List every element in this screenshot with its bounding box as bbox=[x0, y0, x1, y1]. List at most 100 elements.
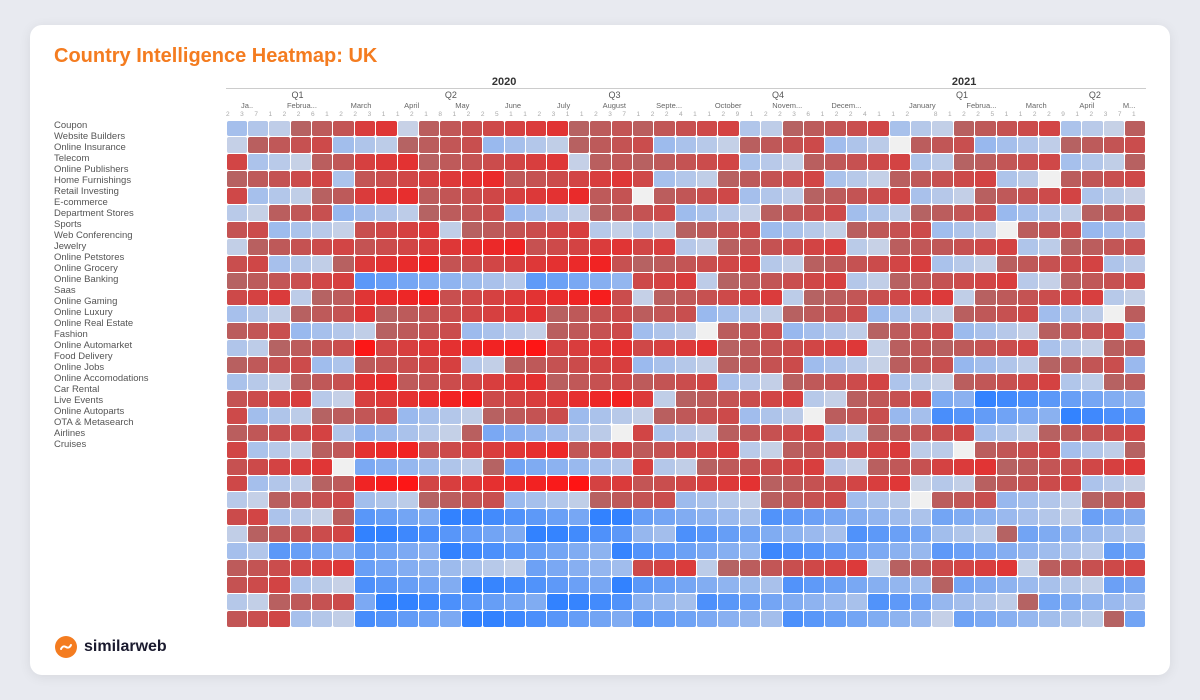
heat-cell bbox=[398, 256, 418, 272]
heat-cell bbox=[462, 526, 482, 542]
heat-cell bbox=[997, 188, 1017, 204]
heat-cell bbox=[248, 476, 268, 492]
heat-cell bbox=[997, 391, 1017, 407]
month-jul: July bbox=[538, 101, 589, 110]
heat-cell bbox=[227, 222, 247, 238]
heat-cell bbox=[1104, 476, 1124, 492]
heat-cell bbox=[291, 391, 311, 407]
heatmap-area: 2020 2021 Q1 Q2 Q3 Q4 Q1 Q2 Ja.. Februa.… bbox=[54, 76, 1146, 627]
heat-cell bbox=[718, 560, 738, 576]
heat-cell bbox=[1039, 323, 1059, 339]
heat-cell bbox=[248, 340, 268, 356]
heat-cell bbox=[440, 391, 460, 407]
heat-cell bbox=[932, 425, 952, 441]
heat-cell bbox=[761, 205, 781, 221]
heat-cell bbox=[697, 239, 717, 255]
heat-cell bbox=[1061, 560, 1081, 576]
heat-cell bbox=[505, 374, 525, 390]
heat-cell bbox=[590, 509, 610, 525]
heat-cell bbox=[505, 594, 525, 610]
heat-cell bbox=[825, 391, 845, 407]
heat-cell bbox=[590, 476, 610, 492]
heat-cell bbox=[505, 340, 525, 356]
heat-cell bbox=[248, 526, 268, 542]
heat-cell bbox=[355, 340, 375, 356]
heat-cell bbox=[505, 492, 525, 508]
heat-cell bbox=[697, 188, 717, 204]
heat-cell bbox=[740, 273, 760, 289]
heat-cell bbox=[1125, 154, 1145, 170]
heat-cell bbox=[1018, 121, 1038, 137]
heat-cell bbox=[483, 476, 503, 492]
heat-cell bbox=[1039, 290, 1059, 306]
heat-cell bbox=[654, 357, 674, 373]
heat-cell bbox=[419, 526, 439, 542]
heat-cell bbox=[291, 239, 311, 255]
heat-cell bbox=[419, 121, 439, 137]
heat-cell bbox=[825, 509, 845, 525]
heat-cell bbox=[483, 290, 503, 306]
heat-cell bbox=[654, 340, 674, 356]
heat-cell bbox=[612, 509, 632, 525]
heat-row bbox=[226, 576, 1146, 593]
heat-cell bbox=[954, 594, 974, 610]
heat-cell bbox=[312, 442, 332, 458]
heat-cell bbox=[248, 492, 268, 508]
heat-cell bbox=[312, 594, 332, 610]
heat-cell bbox=[1018, 273, 1038, 289]
heat-cell bbox=[1018, 425, 1038, 441]
heat-cell bbox=[612, 577, 632, 593]
heat-cell bbox=[783, 290, 803, 306]
heat-cell bbox=[761, 256, 781, 272]
heat-cell bbox=[1061, 171, 1081, 187]
heat-cell bbox=[462, 611, 482, 627]
heat-row bbox=[226, 509, 1146, 526]
heat-cell bbox=[932, 340, 952, 356]
heat-cell bbox=[419, 323, 439, 339]
heat-cell bbox=[547, 526, 567, 542]
heat-cell bbox=[804, 526, 824, 542]
heat-cell bbox=[997, 425, 1017, 441]
heat-cell bbox=[1125, 492, 1145, 508]
heat-cell bbox=[419, 188, 439, 204]
heat-cell bbox=[1061, 425, 1081, 441]
heat-cell bbox=[269, 137, 289, 153]
heat-cell bbox=[483, 306, 503, 322]
week-row: 23 7122 6122 3112 18122 5112 31123 7122 … bbox=[226, 111, 1146, 118]
heat-cell bbox=[227, 492, 247, 508]
heat-cell bbox=[783, 306, 803, 322]
heat-cell bbox=[1125, 526, 1145, 542]
heat-cell bbox=[590, 577, 610, 593]
heat-cell bbox=[376, 357, 396, 373]
heat-cell bbox=[355, 526, 375, 542]
heat-cell bbox=[312, 222, 332, 238]
heat-cell bbox=[868, 222, 888, 238]
heat-cell bbox=[1104, 290, 1124, 306]
heat-cell bbox=[248, 239, 268, 255]
month-jan: Ja.. bbox=[226, 101, 268, 110]
heat-cell bbox=[590, 188, 610, 204]
heat-cell bbox=[847, 357, 867, 373]
heat-cell bbox=[333, 611, 353, 627]
heat-cell bbox=[569, 154, 589, 170]
heat-cell bbox=[1039, 526, 1059, 542]
heat-cell bbox=[997, 577, 1017, 593]
heat-cell bbox=[269, 442, 289, 458]
heat-cell bbox=[505, 560, 525, 576]
heat-cell bbox=[248, 543, 268, 559]
heat-cell bbox=[505, 273, 525, 289]
heat-cell bbox=[269, 222, 289, 238]
heat-cell bbox=[975, 222, 995, 238]
heat-cell bbox=[398, 476, 418, 492]
heat-cell bbox=[227, 205, 247, 221]
heat-cell bbox=[804, 188, 824, 204]
heat-cell bbox=[462, 577, 482, 593]
heat-cell bbox=[376, 323, 396, 339]
heat-cell bbox=[825, 425, 845, 441]
heat-cell bbox=[847, 526, 867, 542]
heat-cell bbox=[676, 340, 696, 356]
heat-cell bbox=[718, 154, 738, 170]
heat-cell bbox=[569, 171, 589, 187]
heat-cell bbox=[740, 290, 760, 306]
heat-cell bbox=[355, 425, 375, 441]
